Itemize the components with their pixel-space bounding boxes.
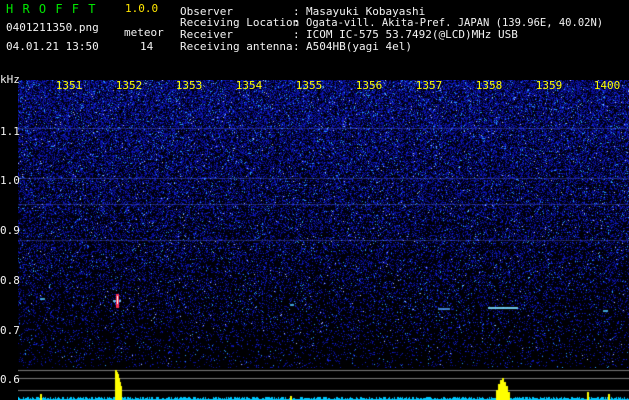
x-tick-label: 1351: [55, 79, 83, 92]
y-tick-label: 1.1: [0, 125, 20, 138]
image-filename: 0401211350.png: [6, 21, 99, 34]
y-axis-unit: kHz: [0, 73, 20, 86]
x-tick-label: 1355: [295, 79, 323, 92]
info-sep-antenna: :: [293, 40, 300, 53]
x-tick-label: 1354: [235, 79, 263, 92]
info-key-antenna: Receiving antenna: [180, 40, 293, 53]
x-tick-label: 1357: [415, 79, 443, 92]
x-tick-label: 1358: [475, 79, 503, 92]
info-value-antenna: A504HB(yagi 4el): [306, 40, 412, 53]
y-tick-label: 0.9: [0, 224, 20, 237]
x-tick-label: 1400: [593, 79, 621, 92]
x-tick-label: 1352: [115, 79, 143, 92]
y-tick-label: 0.6: [0, 373, 20, 386]
app-title: H R O F F T: [6, 2, 97, 16]
y-tick-label: 0.8: [0, 274, 20, 287]
meteor-label: meteor: [124, 26, 164, 39]
y-tick-label: 0.7: [0, 324, 20, 337]
app-version: 1.0.0: [125, 2, 159, 15]
meteor-echo-plot: [18, 368, 629, 400]
meteor-count: 14: [140, 40, 154, 53]
y-tick-label: 1.0: [0, 174, 20, 187]
x-tick-label: 1359: [535, 79, 563, 92]
date-time: 04.01.21 13:50: [6, 40, 99, 53]
x-tick-label: 1356: [355, 79, 383, 92]
spectrogram-waterfall: [18, 80, 629, 368]
x-tick-label: 1353: [175, 79, 203, 92]
